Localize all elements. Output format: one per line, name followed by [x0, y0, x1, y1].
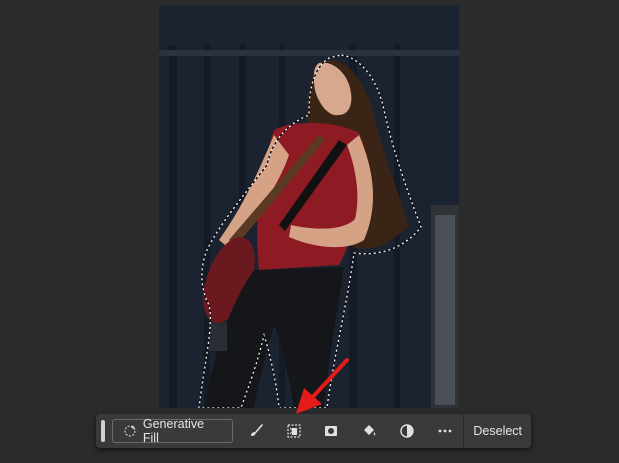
- guitarist-photo: [159, 5, 459, 408]
- deselect-button[interactable]: Deselect: [463, 414, 531, 448]
- mask-icon: [325, 426, 338, 436]
- brush-icon: [250, 424, 263, 436]
- adjustment-layer-button[interactable]: [388, 416, 426, 446]
- deselect-label: Deselect: [473, 424, 523, 438]
- select-subject-button[interactable]: [275, 416, 313, 446]
- photo-layer[interactable]: [159, 5, 459, 408]
- taskbar-drag-handle[interactable]: [101, 420, 105, 442]
- generative-fill-icon: [124, 425, 136, 437]
- more-options-button[interactable]: [426, 416, 464, 446]
- modify-selection-brush-button[interactable]: [237, 416, 275, 446]
- adjustment-icon: [400, 424, 414, 438]
- paint-bucket-icon: [364, 425, 376, 436]
- fill-selection-button[interactable]: [350, 416, 388, 446]
- create-mask-button[interactable]: [312, 416, 350, 446]
- more-icon: [438, 429, 451, 433]
- select-subject-icon: [286, 424, 301, 438]
- contextual-taskbar: Generative Fill Deselect: [96, 414, 531, 448]
- generative-fill-button[interactable]: Generative Fill: [111, 417, 233, 445]
- generative-fill-label: Generative Fill: [142, 417, 205, 445]
- document-canvas[interactable]: [0, 0, 619, 463]
